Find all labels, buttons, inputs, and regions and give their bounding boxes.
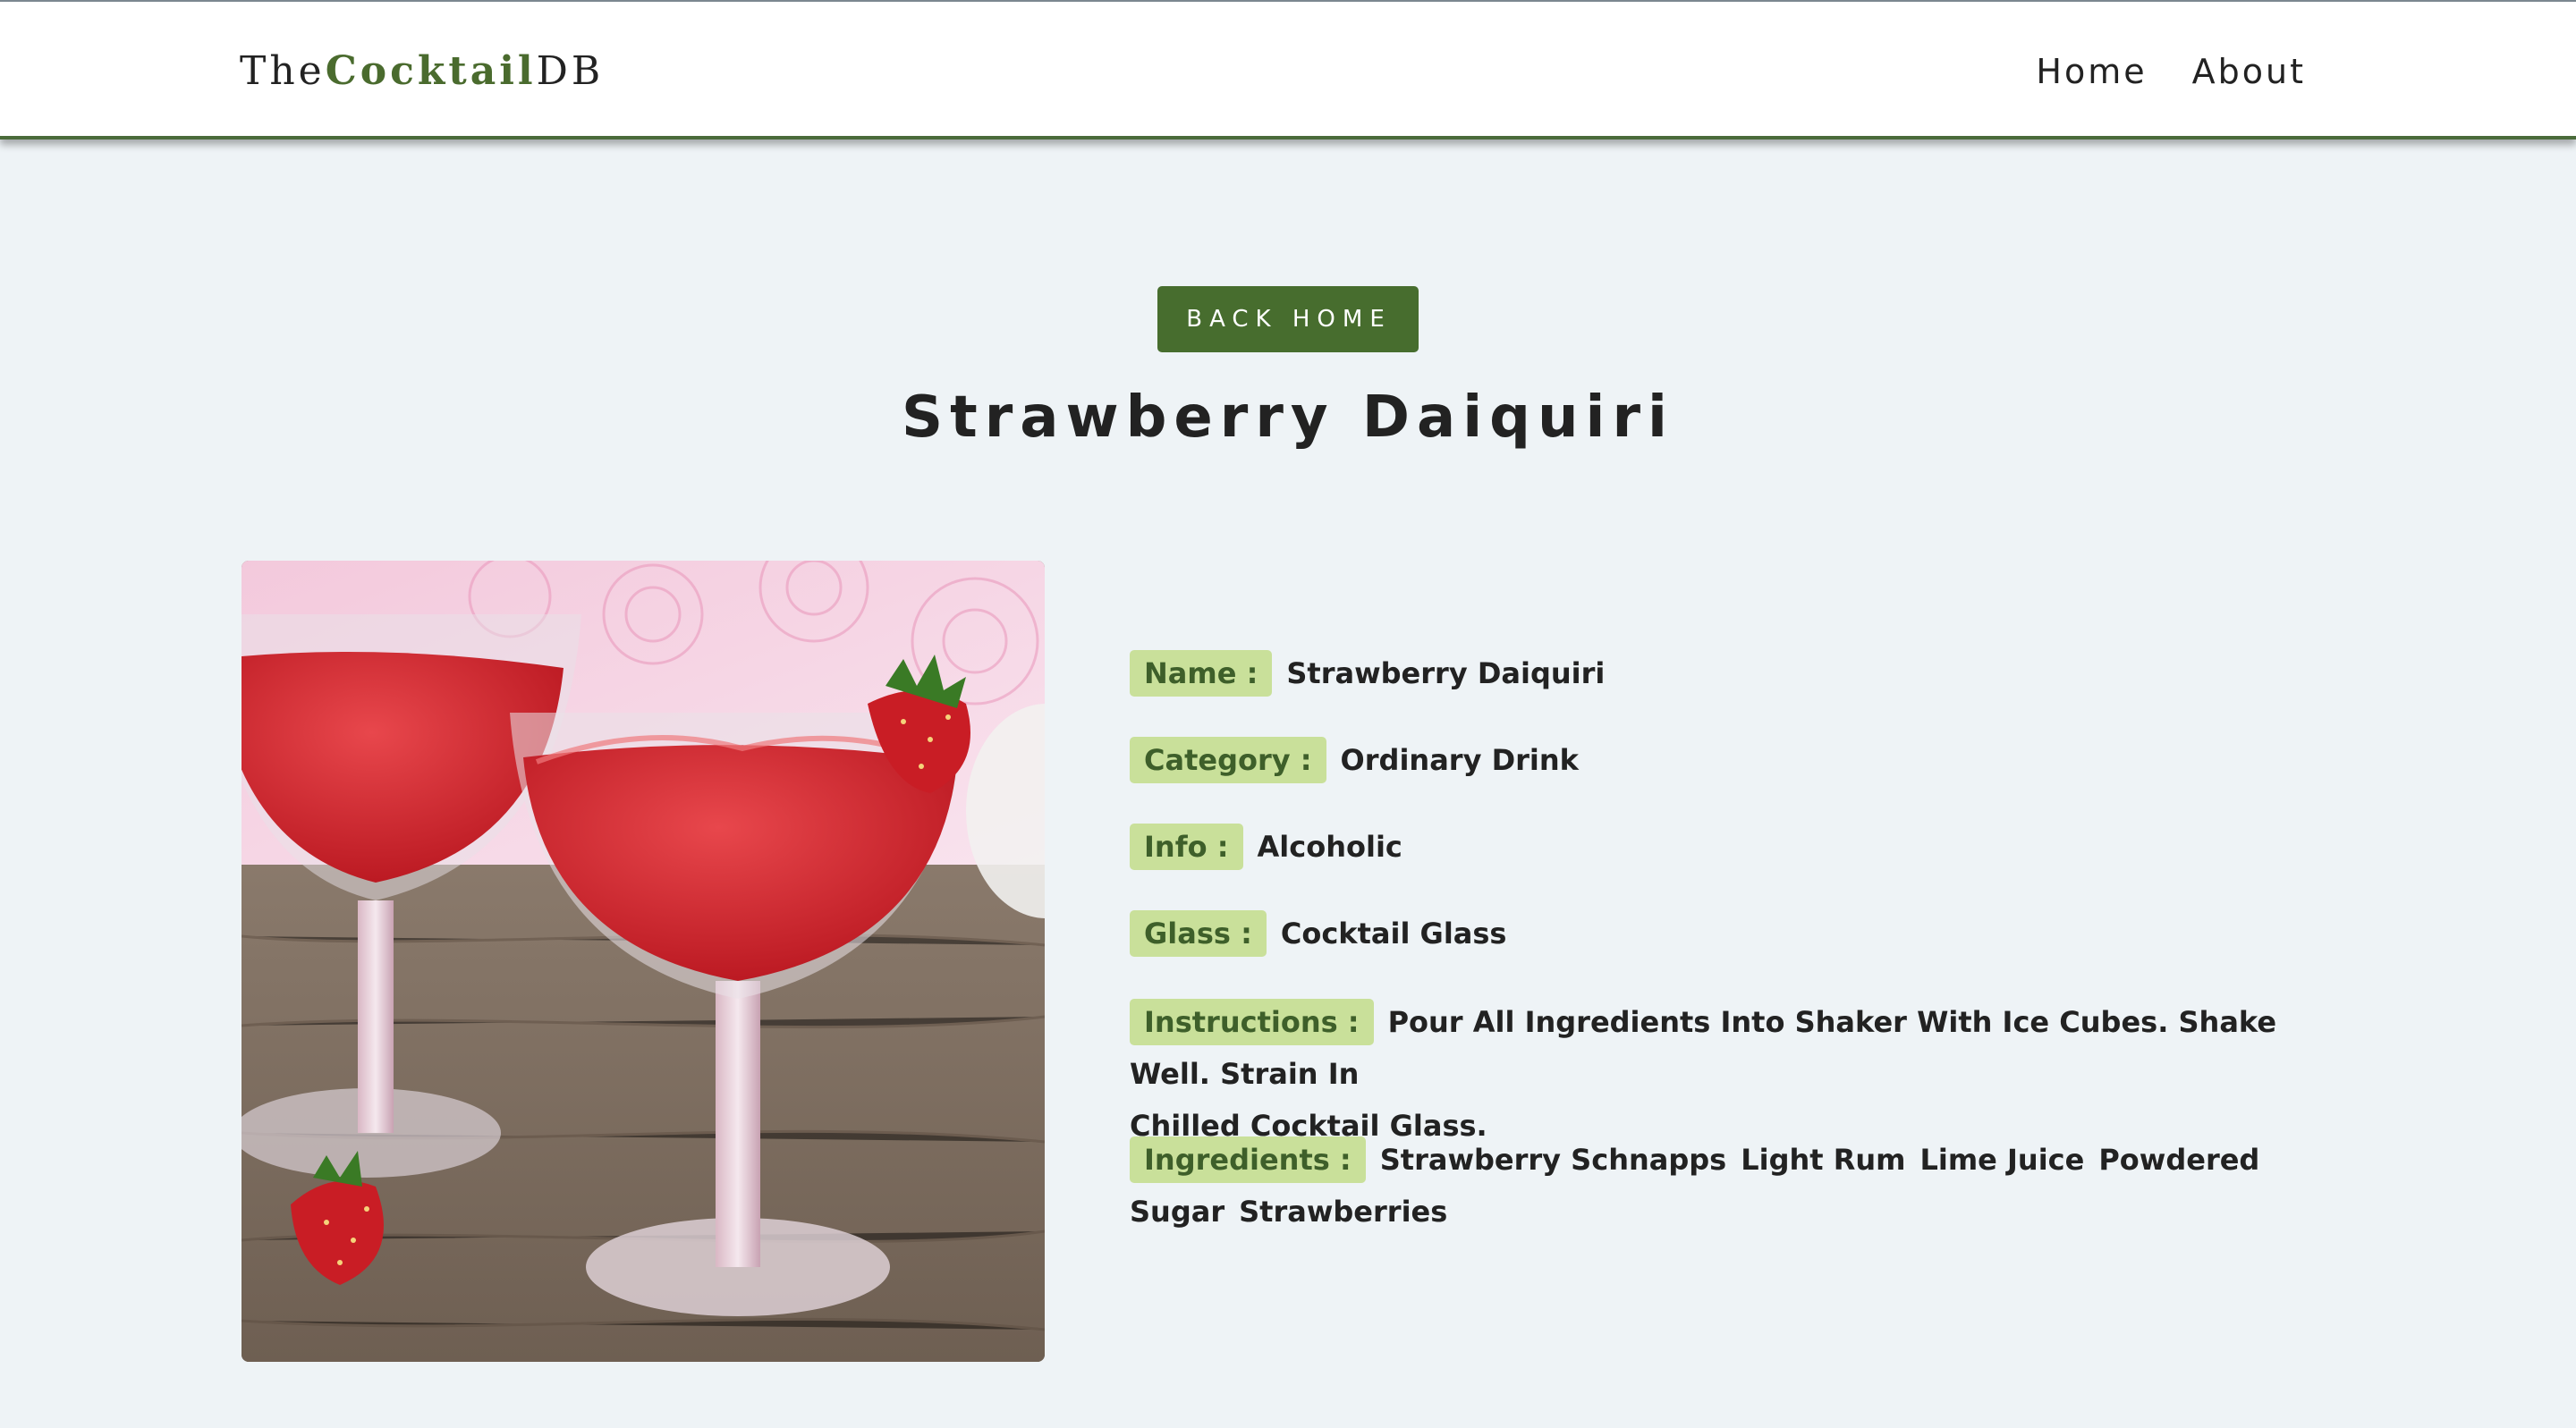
page-title: Strawberry Daiquiri — [902, 384, 1674, 451]
ingredient-item: Lime Juice — [1919, 1143, 2085, 1177]
nav-link-about[interactable]: About — [2192, 52, 2306, 91]
info-row-info: Info : Alcoholic — [1130, 821, 2310, 873]
category-value: Ordinary Drink — [1340, 743, 1579, 777]
site-logo[interactable]: TheCocktailDB — [240, 48, 604, 94]
nav-link-home[interactable]: Home — [2036, 52, 2147, 91]
ingredient-item: Light Rum — [1741, 1143, 1906, 1177]
ingredient-item: Strawberries — [1239, 1195, 1448, 1229]
info-row-name: Name : Strawberry Daiquiri — [1130, 647, 2310, 699]
back-home-button[interactable]: Back Home — [1157, 286, 1419, 352]
ingredient-item: Strawberry Schnapps — [1379, 1143, 1727, 1177]
ingredient-item: Sugar — [1130, 1195, 1225, 1229]
info-row-ingredients: Ingredients : Strawberry Schnapps Light Ru… — [1130, 1134, 2310, 1238]
instructions-label: Instructions : — [1130, 999, 1374, 1045]
info-row-category: Category : Ordinary Drink — [1130, 734, 2310, 786]
logo-accent: Cocktail — [325, 48, 537, 94]
navbar: TheCocktailDB Home About — [0, 0, 2576, 139]
info-row-glass: Glass : Cocktail Glass — [1130, 908, 2310, 959]
logo-suffix: DB — [536, 48, 605, 94]
name-label: Name : — [1130, 650, 1273, 697]
info-label: Info : — [1130, 824, 1243, 870]
ingredient-item: Powdered — [2098, 1143, 2260, 1177]
ingredients-label: Ingredients : — [1130, 1136, 1366, 1183]
glass-label: Glass : — [1130, 910, 1267, 957]
name-value: Strawberry Daiquiri — [1286, 656, 1606, 690]
nav-links: Home About — [2036, 52, 2306, 91]
glass-value: Cocktail Glass — [1280, 917, 1507, 951]
logo-prefix: The — [240, 48, 326, 94]
info-value: Alcoholic — [1257, 830, 1402, 864]
category-label: Category : — [1130, 737, 1326, 783]
info-row-instructions: Instructions : Pour All Ingredients Into … — [1130, 996, 2310, 1152]
drink-photo — [242, 561, 1045, 1362]
